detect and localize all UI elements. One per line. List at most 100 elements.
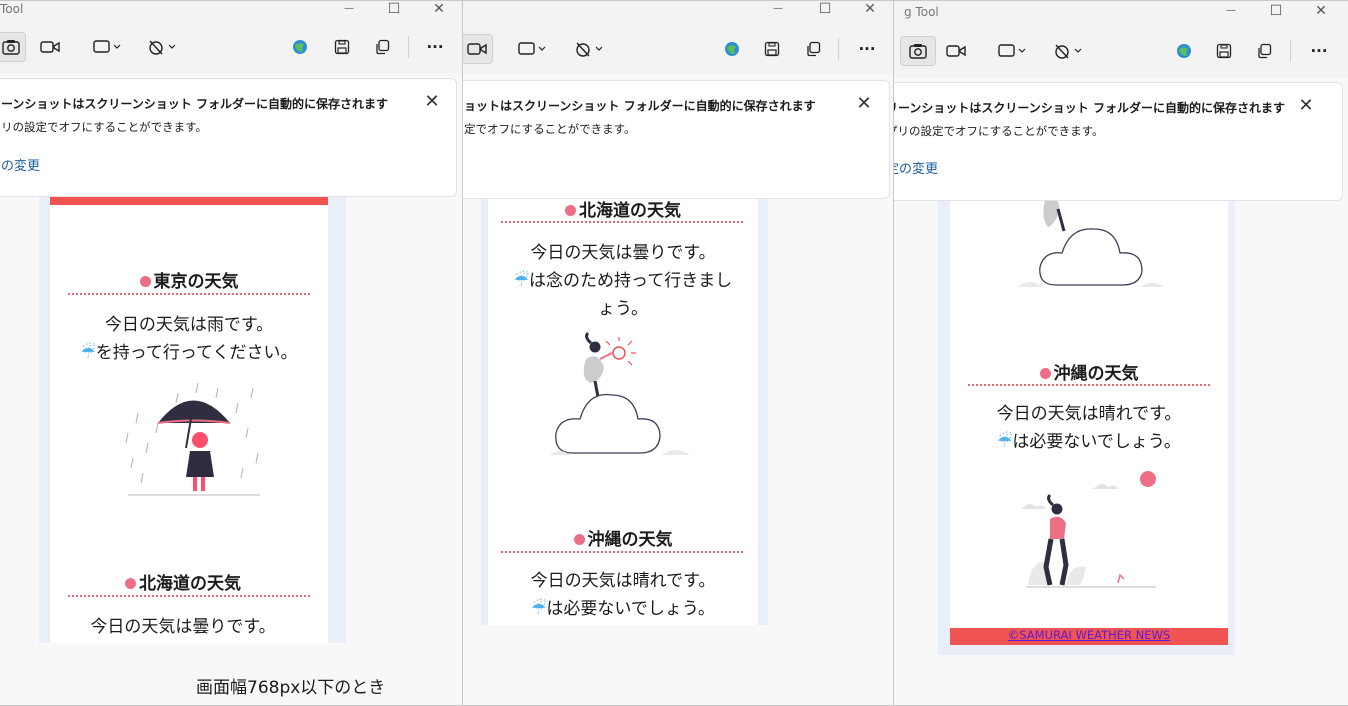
okinawa-title: 沖縄の天気 — [488, 525, 758, 550]
save-button[interactable] — [330, 32, 354, 62]
save-button[interactable] — [1212, 36, 1236, 66]
bullet-dot — [125, 578, 136, 589]
save-icon — [334, 39, 350, 55]
copy-icon — [376, 39, 390, 55]
copy-button[interactable] — [370, 32, 394, 62]
notification-close-button[interactable]: ✕ — [1296, 97, 1316, 117]
copy-button[interactable] — [1252, 36, 1276, 66]
save-button[interactable] — [760, 34, 784, 64]
hokkaido-line2: ☔は念のため持って行きまし — [513, 271, 733, 291]
rectangle-snip-icon — [998, 44, 1026, 57]
close-button[interactable]: ✕ — [428, 1, 450, 19]
title-bar: g Tool — ☐ ✕ — [894, 1, 1348, 23]
toolbar: ··· — [894, 32, 1348, 72]
notification-close-button[interactable]: ✕ — [422, 93, 442, 113]
okinawa-title: 沖縄の天気 — [950, 359, 1228, 384]
paint-icon — [1177, 44, 1191, 58]
snip-shape-dropdown[interactable] — [515, 34, 551, 64]
notification-title: ョットはスクリーンショット フォルダーに自動的に保存されます — [464, 99, 816, 113]
hokkaido-title: 北海道の天気 — [488, 196, 758, 221]
notification-title: リーンショットはスクリーンショット フォルダーに自動的に保存されます — [893, 101, 1285, 115]
umbrella-icon: ☔ — [997, 432, 1013, 452]
more-options-button[interactable]: ··· — [422, 32, 448, 62]
dotted-divider — [501, 551, 743, 553]
minimize-button[interactable]: — — [338, 1, 360, 19]
maximize-button[interactable]: ☐ — [1265, 3, 1287, 21]
edit-in-paint-button[interactable] — [1172, 36, 1196, 66]
edit-in-paint-button[interactable] — [288, 32, 312, 62]
copy-icon — [1258, 43, 1272, 59]
change-settings-link[interactable]: の変更 — [1, 155, 40, 174]
video-icon — [467, 43, 487, 55]
snipping-window-1: Tool — ☐ ✕ ··· 東京の天気 今日の天気は雨です。 ☔を持って行って… — [0, 0, 463, 706]
umbrella-icon: ☔ — [80, 343, 96, 363]
tokyo-forecast: 今日の天気は雨です。 ☔を持って行ってください。 — [50, 311, 328, 367]
delay-dropdown[interactable] — [1050, 36, 1088, 66]
tokyo-line1: 今日の天気は雨です。 — [104, 315, 274, 335]
snip-shape-dropdown[interactable] — [90, 32, 126, 62]
caption-text: 画面幅768px以下のとき — [196, 678, 386, 698]
minimize-button[interactable]: — — [1220, 3, 1242, 21]
dotted-divider — [501, 221, 743, 223]
delay-dropdown[interactable] — [144, 32, 182, 62]
screenshot-mode-button[interactable] — [900, 36, 936, 66]
bullet-dot — [565, 205, 576, 216]
webpage-background: 沖縄の天気 今日の天気は晴れです。 ☔は必要ないでしょう。 ©SAMURAI W… — [938, 187, 1235, 655]
camera-icon — [2, 40, 20, 55]
hokkaido-line1: 今日の天気は曇りです。 — [90, 617, 276, 637]
delay-dropdown[interactable] — [571, 34, 609, 64]
notification-close-button[interactable]: ✕ — [854, 95, 874, 115]
rectangle-snip-icon — [93, 40, 121, 53]
toolbar-separator — [408, 36, 409, 58]
umbrella-icon: ☔ — [513, 271, 530, 291]
cloud-person-illustration — [550, 331, 690, 455]
tokyo-title: 東京の天気 — [50, 267, 328, 292]
maximize-button[interactable]: ☐ — [383, 1, 405, 19]
dotted-divider — [68, 595, 310, 597]
maximize-button[interactable]: ☐ — [814, 1, 836, 19]
hokkaido-forecast: 今日の天気は曇りです。 ☔は念のため持って行きまし ょう。 — [488, 239, 758, 323]
minimize-button[interactable]: — — [767, 1, 789, 19]
weather-card: 東京の天気 今日の天気は雨です。 ☔を持って行ってください。 北海道の天気 今日… — [50, 173, 328, 643]
webpage-background: 東京の天気 今日の天気は雨です。 ☔を持って行ってください。 北海道の天気 今日… — [39, 173, 346, 643]
hokkaido-line1: 今日の天気は曇りです。 — [530, 243, 716, 263]
timer-off-icon — [576, 42, 603, 57]
okinawa-line1: 今日の天気は晴れです。 — [530, 571, 716, 591]
edit-in-paint-button[interactable] — [720, 34, 744, 64]
hokkaido-line3: ょう。 — [598, 299, 648, 319]
timer-off-icon — [1055, 44, 1082, 59]
video-mode-button[interactable] — [940, 36, 972, 66]
change-settings-link[interactable]: 定の変更 — [894, 158, 938, 177]
bullet-dot — [1039, 368, 1051, 379]
copy-icon — [807, 41, 821, 57]
webpage-background: 北海道の天気 今日の天気は曇りです。 ☔は念のため持って行きまし ょう。 沖縄の… — [481, 175, 768, 625]
more-options-button[interactable]: ··· — [854, 34, 880, 64]
toolbar: ··· — [0, 28, 462, 68]
video-mode-button[interactable] — [463, 34, 493, 64]
hokkaido-title: 北海道の天気 — [38, 569, 328, 594]
app-title: Tool — [0, 2, 24, 16]
okinawa-forecast: 今日の天気は晴れです。 ☔は必要ないでしょう。 — [950, 400, 1228, 456]
timer-off-icon — [149, 40, 176, 55]
notification-body: プリの設定でオフにすることができます。 — [893, 124, 1104, 138]
close-button[interactable]: ✕ — [1310, 3, 1332, 21]
bullet-dot — [573, 534, 585, 545]
video-mode-button[interactable] — [34, 32, 66, 62]
okinawa-line2: ☔は必要ないでしょう。 — [997, 432, 1181, 452]
notification-title: ーンショットはスクリーンショット フォルダーに自動的に保存されます — [1, 97, 388, 111]
dotted-divider — [68, 293, 310, 295]
paint-icon — [725, 42, 739, 56]
close-button[interactable]: ✕ — [859, 1, 881, 19]
bullet-dot — [139, 276, 151, 287]
notification-body: リの設定でオフにすることができます。 — [1, 120, 207, 134]
screenshot-mode-button[interactable] — [0, 32, 26, 62]
copyright-link[interactable]: ©SAMURAI WEATHER NEWS — [1008, 628, 1170, 642]
weather-card: 沖縄の天気 今日の天気は晴れです。 ☔は必要ないでしょう。 ©SAMURAI W… — [950, 187, 1228, 645]
more-options-button[interactable]: ··· — [1306, 36, 1332, 66]
snipping-window-3: g Tool — ☐ ✕ ··· 沖縄の天気 今日の天気は晴れです。 ☔は必要な… — [893, 0, 1348, 706]
sunny-walk-illustration — [1020, 471, 1156, 588]
dotted-divider — [968, 384, 1210, 386]
title-bar: Tool — ☐ ✕ — [0, 1, 462, 23]
copy-button[interactable] — [801, 34, 825, 64]
snip-shape-dropdown[interactable] — [995, 36, 1031, 66]
